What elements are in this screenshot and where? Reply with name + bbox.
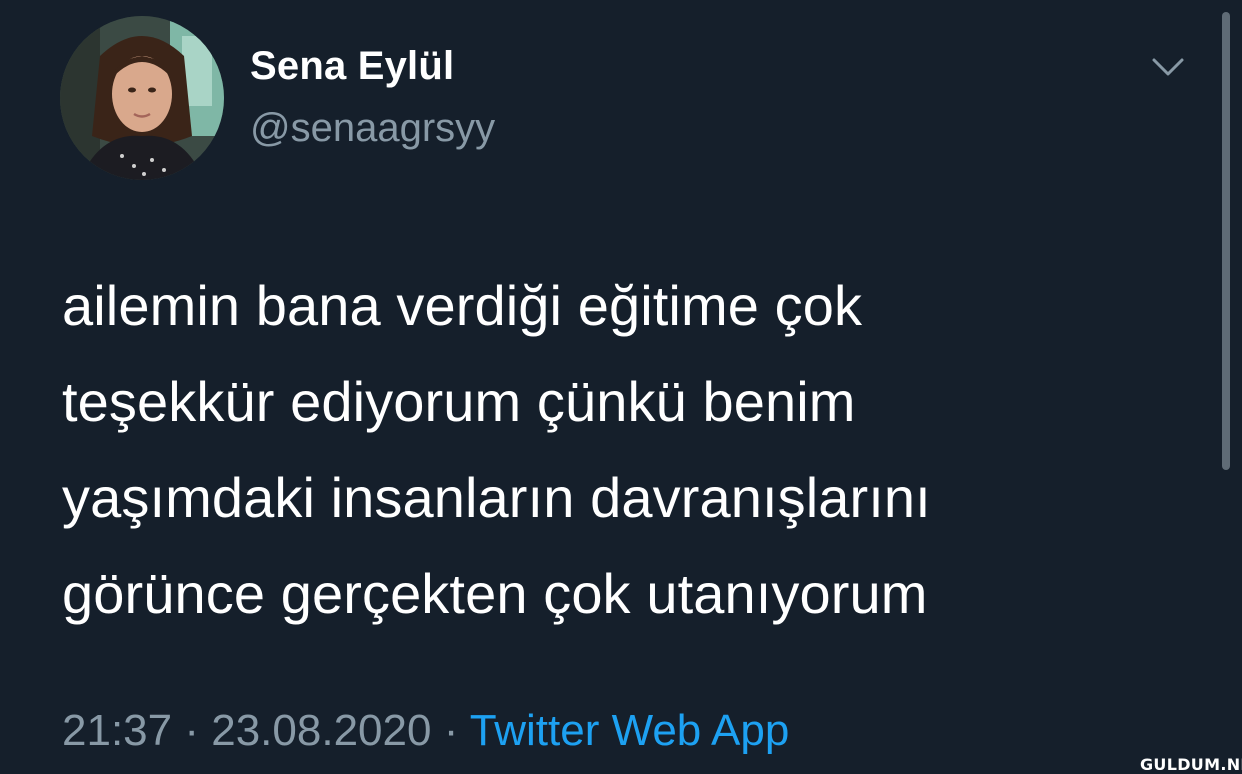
tweet-card: Sena Eylül @senaagrsyy ailemin bana verd…: [0, 0, 1242, 774]
tweet-text-line: yaşımdaki insanların davranışlarını: [62, 466, 931, 529]
tweet-text-line: görünce gerçekten çok utanıyorum: [62, 562, 928, 625]
user-handle[interactable]: @senaagrsyy: [250, 106, 495, 151]
tweet-text-line: teşekkür ediyorum çünkü benim: [62, 370, 856, 433]
tweet-date[interactable]: 23.08.2020: [211, 706, 431, 755]
separator: ·: [184, 706, 199, 755]
tweet-menu-button[interactable]: [1148, 52, 1188, 82]
separator: ·: [443, 706, 459, 755]
tweet-metadata: 21:37 · 23.08.2020 · Twitter Web App: [62, 706, 789, 756]
tweet-text: ailemin bana verdiği eğitime çok teşekkü…: [62, 258, 1172, 642]
tweet-time[interactable]: 21:37: [62, 706, 172, 755]
scrollbar[interactable]: [1222, 12, 1230, 470]
tweet-source-link[interactable]: Twitter Web App: [470, 706, 790, 755]
display-name[interactable]: Sena Eylül: [250, 44, 454, 89]
profile-photo-icon: [60, 16, 224, 180]
avatar[interactable]: [60, 16, 224, 180]
chevron-down-icon: [1152, 58, 1184, 76]
tweet-text-line: ailemin bana verdiği eğitime çok: [62, 274, 863, 337]
watermark: GULDUM.NET: [1140, 755, 1242, 774]
